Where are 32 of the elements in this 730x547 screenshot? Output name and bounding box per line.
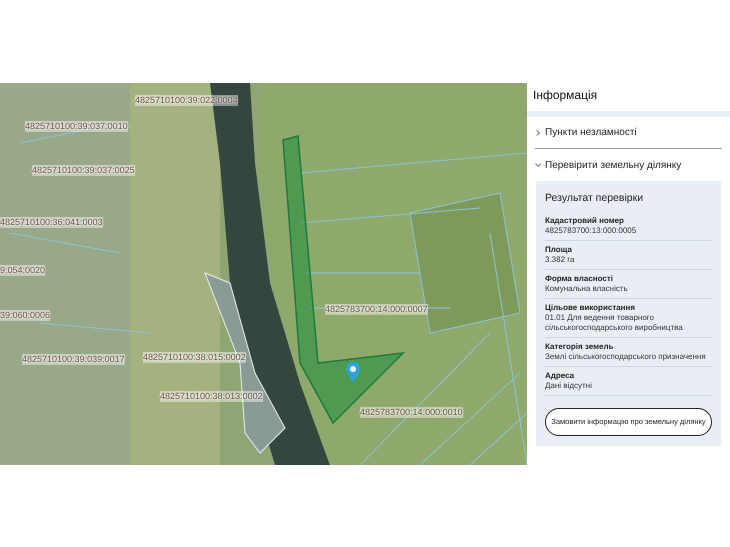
location-pin-icon xyxy=(346,362,360,382)
parcel-number-label: 4825783700:14:000:0010 xyxy=(360,407,463,418)
field-value: 4825783700:13:000:0005 xyxy=(545,226,638,236)
chevron-icon xyxy=(535,130,541,136)
result-title: Результат перевірки xyxy=(545,191,644,206)
parcel-number-label: 9:054:0020 xyxy=(0,265,46,276)
field-value: 01.01 Для ведення товарного сільськогосподарського виробництва xyxy=(545,312,684,333)
field-label: Площа xyxy=(545,244,573,255)
accordion-header[interactable]: Пункти незламності xyxy=(535,117,722,149)
parcel-number-label: 4825710100:39:037:0025 xyxy=(32,165,135,176)
parcel-number-label: 4825710100:39:039:0017 xyxy=(22,354,125,365)
parcel-number-label: 4825710100:38:013:0002 xyxy=(160,391,263,402)
parcel-number-label: 4825710100:39:022:0004 xyxy=(135,95,238,106)
field-label: Категорія земель xyxy=(545,342,614,352)
field-value: Землі сільськогосподарського призначення xyxy=(545,352,707,362)
parcel-number-label: 39:060:0006 xyxy=(0,310,50,321)
panel-title: Інформація xyxy=(527,83,730,117)
field-label: Кадастровий номер xyxy=(545,216,625,226)
parcel-number-label: 4825710100:39:037:0010 xyxy=(25,121,128,132)
field-label: Цільове використання xyxy=(545,302,636,313)
parcel-number-label: 4825710100:36:041:0003 xyxy=(0,217,103,228)
accordion-header[interactable]: Перевірити земельну ділянку xyxy=(535,149,722,181)
field-label: Форма власності xyxy=(545,274,614,284)
field-value: Комунальна власність xyxy=(545,284,629,294)
section-label: Перевірити земельну ділянку xyxy=(545,158,682,172)
parcel-number-label: 4825783700:14:000:0007 xyxy=(325,304,428,315)
parcel-number-label: 4825710100:38:015:0002 xyxy=(143,352,246,363)
section-label: Пункти незламності xyxy=(545,126,637,140)
field-label: Адреса xyxy=(545,370,576,381)
field-value: Дані відсутні xyxy=(545,380,593,391)
field-value: 3.382 га xyxy=(545,254,576,265)
chevron-icon xyxy=(535,162,541,168)
